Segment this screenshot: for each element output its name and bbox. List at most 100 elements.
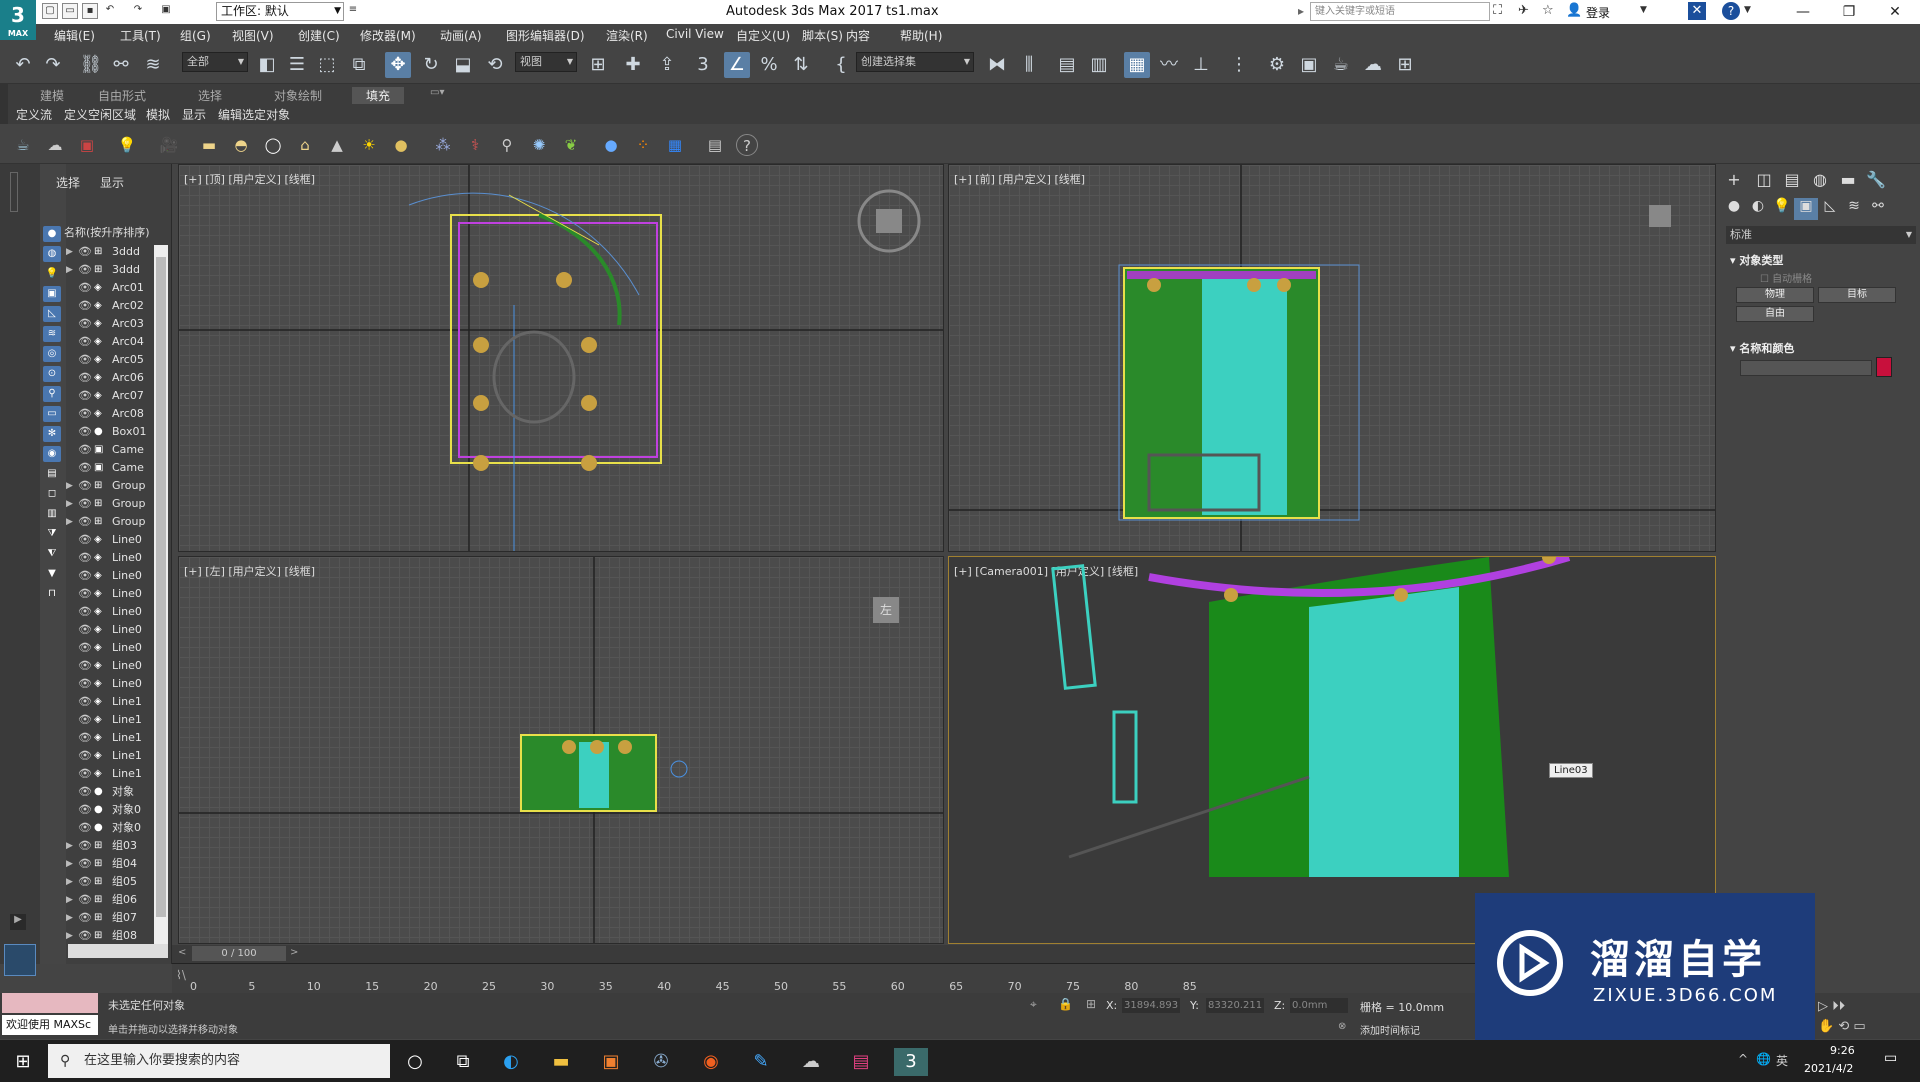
cloud-icon[interactable]: ☁ (44, 134, 66, 156)
file-explorer-icon[interactable]: ▬ (546, 1048, 576, 1076)
edge-browser-icon[interactable]: ◐ (496, 1048, 526, 1076)
foliage-icon[interactable]: ❦ (560, 134, 582, 156)
scene-explorer-icon[interactable]: ▦ (1124, 52, 1150, 78)
scene-object-row[interactable]: 👁 ◈ Line0 (60, 603, 158, 621)
visibility-eye-icon[interactable]: 👁 (78, 531, 92, 549)
display-none-icon[interactable]: ◻ (43, 486, 61, 502)
modify-tab-icon[interactable]: ◫ (1752, 170, 1776, 192)
reference-coordinate-dropdown[interactable]: 视图 ▼ (515, 52, 577, 72)
systems-category-icon[interactable]: ⚯ (1866, 198, 1890, 220)
favorites-star-icon[interactable]: ☆ (1542, 3, 1554, 18)
visibility-eye-icon[interactable]: 👁 (78, 639, 92, 657)
select-and-move-icon[interactable]: ✥ (385, 52, 411, 78)
playback-controls-icon[interactable]: ▷ ⏵⏵ (1818, 999, 1845, 1014)
display-all-icon[interactable]: ▤ (43, 466, 61, 482)
scene-object-row[interactable]: ▶ 👁 ⊞ 3ddd (60, 261, 158, 279)
select-object-icon[interactable]: ◧ (254, 52, 280, 78)
3dsmax-taskbar-icon[interactable]: 3 (894, 1048, 928, 1076)
expand-arrow-icon[interactable]: ▶ (66, 837, 73, 855)
scene-object-row[interactable]: 👁 ◈ Line1 (60, 729, 158, 747)
teapot-primitive-icon[interactable]: ⌂ (294, 134, 316, 156)
rectangular-region-icon[interactable]: ⬚ (314, 52, 340, 78)
tray-chevron-icon[interactable]: ^ (1738, 1052, 1748, 1066)
visibility-eye-icon[interactable]: 👁 (78, 567, 92, 585)
windows-start-icon[interactable]: ⊞ (8, 1048, 38, 1076)
menu-item[interactable]: 编辑(E) (54, 27, 95, 44)
target-camera-button[interactable]: 目标 (1818, 287, 1896, 303)
display-shapes-icon[interactable]: ◍ (43, 246, 61, 262)
display-spacewarps-icon[interactable]: ≋ (43, 326, 61, 342)
maximize-button[interactable]: ❐ (1826, 0, 1872, 24)
rendered-frame-window-icon[interactable]: ▣ (1296, 52, 1322, 78)
visibility-eye-icon[interactable]: 👁 (78, 477, 92, 495)
scene-object-row[interactable]: 👁 ● 对象0 (60, 819, 158, 837)
ribbon-define-idle-areas[interactable]: 定义空闲区域 (64, 106, 136, 123)
viewport-top[interactable]: [+] [顶] [用户定义] [线框] (178, 164, 944, 552)
login-label[interactable]: 登录 (1586, 4, 1610, 21)
minimize-button[interactable]: — (1780, 0, 1826, 24)
picture-frame-icon[interactable]: ▣ (76, 134, 98, 156)
snaps-toggle-icon[interactable]: 3 (690, 52, 716, 78)
edit-named-selection-icon[interactable]: { (828, 52, 854, 78)
ribbon-tab-object-paint[interactable]: 对象绘制 (274, 87, 322, 104)
visibility-eye-icon[interactable]: 👁 (78, 747, 92, 765)
layout-tab-icon[interactable] (10, 172, 18, 212)
time-tag-icon[interactable]: ⊗ (1338, 1021, 1346, 1032)
scene-object-row[interactable]: 👁 ◈ Arc02 (60, 297, 158, 315)
auto-grid-checkbox[interactable]: ☐ 自动栅格 (1760, 270, 1812, 285)
filter-icon[interactable]: ⧩ (43, 526, 61, 542)
menu-item[interactable]: 工具(T) (120, 27, 161, 44)
menu-item[interactable]: 内容 (846, 27, 870, 44)
scene-object-row[interactable]: 👁 ◈ Line0 (60, 567, 158, 585)
scene-object-row[interactable]: ▶ 👁 ⊞ 组04 (60, 855, 158, 873)
scene-object-row[interactable]: 👁 ◈ Line1 (60, 747, 158, 765)
app-pink-icon[interactable]: ▤ (846, 1048, 876, 1076)
scene-object-row[interactable]: 👁 ● Box01 (60, 423, 158, 441)
scene-object-row[interactable]: 👁 ◈ Arc08 (60, 405, 158, 423)
viewcube-left-icon[interactable]: 左 (873, 597, 899, 623)
menu-item[interactable]: 帮助(H) (900, 27, 942, 44)
material-editor-icon[interactable]: ⋮ (1226, 52, 1252, 78)
visibility-eye-icon[interactable]: 👁 (78, 351, 92, 369)
help-circle-icon[interactable]: ? (736, 134, 758, 156)
visibility-eye-icon[interactable]: 👁 (78, 585, 92, 603)
render-frame-icon[interactable]: ▦ (664, 134, 686, 156)
firefox-icon[interactable]: ◉ (696, 1048, 726, 1076)
menu-item[interactable]: 脚本(S) (802, 27, 843, 44)
visibility-eye-icon[interactable]: 👁 (78, 387, 92, 405)
mirror-icon[interactable]: ⧓ (984, 52, 1010, 78)
ribbon-tab-modeling[interactable]: 建模 (40, 87, 64, 104)
viewport-front[interactable]: [+] [前] [用户定义] [线框] (948, 164, 1716, 552)
help-search-input[interactable]: 键入关键字或短语 (1310, 2, 1490, 21)
explorer-tab-display[interactable]: 显示 (100, 174, 124, 191)
scene-object-row[interactable]: 👁 ◈ Arc03 (60, 315, 158, 333)
visibility-eye-icon[interactable]: 👁 (78, 873, 92, 891)
unlink-icon[interactable]: ⚯ (108, 52, 134, 78)
close-button[interactable]: ✕ (1872, 0, 1918, 24)
visibility-eye-icon[interactable]: 👁 (78, 891, 92, 909)
display-frozen-icon[interactable]: ✻ (43, 426, 61, 442)
visibility-eye-icon[interactable]: 👁 (78, 369, 92, 387)
menu-item[interactable]: 动画(A) (440, 27, 482, 44)
add-time-tag[interactable]: 添加时间标记 (1360, 1022, 1420, 1037)
display-hidden-icon[interactable]: ◉ (43, 446, 61, 462)
sky-dome-icon[interactable]: ● (390, 134, 412, 156)
curve-editor-icon[interactable]: 〰 (1156, 52, 1182, 78)
menu-item[interactable]: Civil View (666, 27, 724, 41)
scene-object-row[interactable]: 👁 ◈ Line0 (60, 657, 158, 675)
select-and-place-icon[interactable]: ⟲ (482, 52, 508, 78)
selection-lock-icon[interactable]: 🔒 (1058, 997, 1073, 1011)
scene-object-row[interactable]: ▶ 👁 ⊞ Group (60, 477, 158, 495)
display-tab-icon[interactable]: ▬ (1836, 170, 1860, 192)
visibility-eye-icon[interactable]: 👁 (78, 261, 92, 279)
scene-object-row[interactable]: ▶ 👁 ⊞ 组06 (60, 891, 158, 909)
name-column-header[interactable]: 名称(按升序排序) (64, 224, 150, 240)
scene-object-row[interactable]: ▶ 👁 ⊞ 组05 (60, 873, 158, 891)
scene-object-row[interactable]: 👁 ● 对象 (60, 783, 158, 801)
undo-icon[interactable]: ↶ (102, 3, 118, 19)
next-frame-icon[interactable]: > (290, 947, 298, 958)
display-bones-icon[interactable]: ⚲ (43, 386, 61, 402)
tray-date[interactable]: 2021/4/2 (1804, 1062, 1853, 1075)
open-file-icon[interactable]: ▭ (62, 3, 78, 19)
name-and-color-rollout[interactable]: ▾ 名称和颜色 (1730, 340, 1794, 356)
